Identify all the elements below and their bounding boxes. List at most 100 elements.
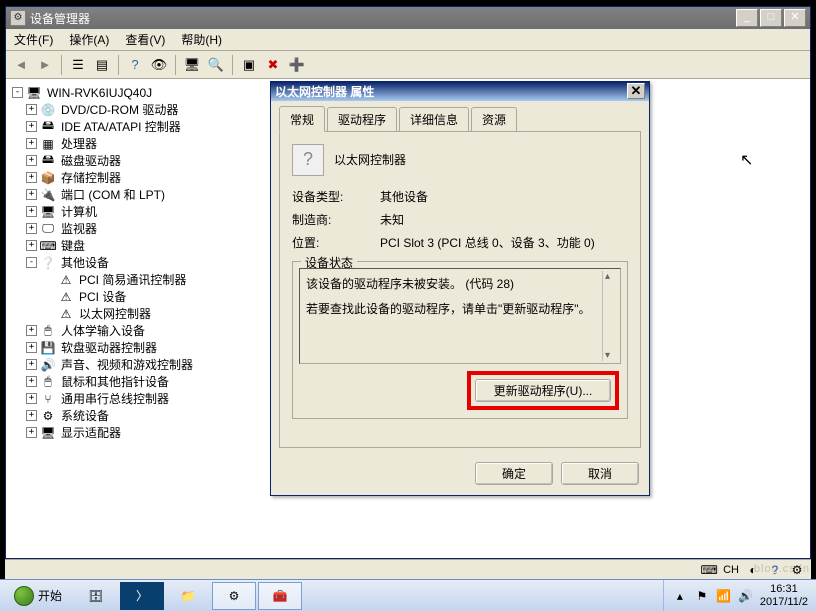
sound-icon: 🔊 [40,357,56,373]
menubar: 文件(F) 操作(A) 查看(V) 帮助(H) [6,29,810,51]
app-icon: ⚙ [10,10,26,26]
menu-help[interactable]: 帮助(H) [173,29,230,50]
expand-toggle[interactable]: + [26,223,37,234]
start-button[interactable]: 开始 [4,582,72,610]
titlebar[interactable]: ⚙ 设备管理器 _ □ ✕ [6,7,810,29]
ime-icon[interactable]: ⌨ [701,562,717,578]
warn-icon: ⚠ [58,272,74,288]
task-toolbox[interactable]: 🧰 [258,582,302,610]
expand-toggle[interactable]: + [26,189,37,200]
task-device-manager[interactable]: ⚙ [212,582,256,610]
storage-icon: 📦 [40,170,56,186]
status-fieldset: 设备状态 该设备的驱动程序未被安装。 (代码 28) 若要查找此设备的驱动程序，… [292,261,628,419]
port-icon: 🔌 [40,187,56,203]
label-location: 位置: [292,234,380,251]
close-button[interactable]: ✕ [784,9,806,27]
separator [118,55,119,75]
minimize-button[interactable]: _ [736,9,758,27]
tree-node[interactable]: 显示适配器 [59,423,123,442]
tab-general[interactable]: 常规 [279,106,325,132]
tree-root[interactable]: WIN-RVK6IUJQ40J [45,85,154,101]
scrollbar[interactable] [602,271,618,361]
value-type: 其他设备 [380,188,628,205]
expand-toggle[interactable]: + [26,172,37,183]
properties-dialog: 以太网控制器 属性 ✕ 常规 驱动程序 详细信息 资源 ? 以太网控制器 设备类… [270,81,650,496]
device-big-icon: ? [292,144,324,176]
tray-expand-icon[interactable]: ▴ [672,588,688,604]
scan-hw-icon[interactable]: 🔍 [205,54,227,76]
display-icon: 🖥 [40,425,56,441]
tray-sound-icon[interactable]: 🔊 [738,588,754,604]
ide-icon: 🖴 [40,119,56,135]
floppy-icon: 💾 [40,340,56,356]
clock[interactable]: 16:31 2017/11/2 [760,583,808,607]
expand-toggle[interactable]: + [26,359,37,370]
dialog-tabs: 常规 驱动程序 详细信息 资源 [271,101,649,131]
enable-icon[interactable]: ➕ [286,54,308,76]
status-textbox[interactable]: 该设备的驱动程序未被安装。 (代码 28) 若要查找此设备的驱动程序，请单击"更… [299,268,621,364]
computer-icon[interactable]: 🖥 [181,54,203,76]
cancel-button[interactable]: 取消 [561,462,639,485]
usb-icon: ⑂ [40,391,56,407]
windows-orb-icon [14,586,34,606]
tab-details[interactable]: 详细信息 [399,107,469,131]
highlight-box: 更新驱动程序(U)... [467,371,619,410]
expand-toggle[interactable]: + [26,342,37,353]
menu-view[interactable]: 查看(V) [117,29,173,50]
label-type: 设备类型: [292,188,380,205]
expand-toggle[interactable]: + [26,206,37,217]
keyboard-icon: ⌨ [40,238,56,254]
hid-icon: 🖱 [40,323,56,339]
clock-date: 2017/11/2 [760,596,808,608]
tab-driver[interactable]: 驱动程序 [327,107,397,131]
expand-toggle[interactable]: - [12,87,23,98]
start-label: 开始 [38,587,62,604]
menu-action[interactable]: 操作(A) [61,29,117,50]
task-powershell[interactable]: 〉 [120,582,164,610]
expand-toggle[interactable]: + [26,121,37,132]
system-icon: ⚙ [40,408,56,424]
toolbar: ◄ ► ☰ ▤ ? 👁 🖥 🔍 ▣ ✖ ➕ [6,51,810,79]
hdd-icon: 🖴 [40,153,56,169]
expand-toggle[interactable]: + [26,410,37,421]
separator [232,55,233,75]
expand-toggle[interactable]: + [26,393,37,404]
tray-flag-icon[interactable]: ⚑ [694,588,710,604]
expand-toggle[interactable]: + [26,325,37,336]
expand-toggle[interactable]: + [26,376,37,387]
update-driver-button[interactable]: 更新驱动程序(U)... [475,379,611,402]
maximize-button[interactable]: □ [760,9,782,27]
task-server-manager[interactable]: 🗄 [74,582,118,610]
expand-toggle[interactable]: + [26,240,37,251]
forward-icon[interactable]: ► [34,54,56,76]
ok-button[interactable]: 确定 [475,462,553,485]
showhide-icon[interactable]: 👁 [148,54,170,76]
properties-icon[interactable]: ▤ [91,54,113,76]
dialog-titlebar[interactable]: 以太网控制器 属性 ✕ [271,82,649,101]
monitor-icon: 🖵 [40,221,56,237]
expand-toggle[interactable]: + [26,104,37,115]
view-tree-icon[interactable]: ☰ [67,54,89,76]
expand-toggle[interactable]: + [26,155,37,166]
ime-lang[interactable]: CH [723,564,739,576]
status-line-1: 该设备的驱动程序未被安装。 (代码 28) [306,275,614,292]
tab-resources[interactable]: 资源 [471,107,517,131]
expand-toggle[interactable]: + [26,427,37,438]
help-toolbar-icon[interactable]: ? [124,54,146,76]
uninstall-icon[interactable]: ✖ [262,54,284,76]
warn-icon: ⚠ [58,289,74,305]
unknown-icon: ❔ [40,255,56,271]
clock-time: 16:31 [760,583,808,595]
window-title: 设备管理器 [30,10,90,27]
separator [61,55,62,75]
back-icon[interactable]: ◄ [10,54,32,76]
mouse-icon: 🖱 [40,374,56,390]
computer-icon: 🖥 [40,204,56,220]
update-driver-icon[interactable]: ▣ [238,54,260,76]
expand-toggle[interactable]: + [26,138,37,149]
dialog-close-button[interactable]: ✕ [627,83,645,99]
menu-file[interactable]: 文件(F) [6,29,61,50]
tray-network-icon[interactable]: 📶 [716,588,732,604]
task-explorer[interactable]: 📁 [166,582,210,610]
expand-toggle[interactable]: - [26,257,37,268]
